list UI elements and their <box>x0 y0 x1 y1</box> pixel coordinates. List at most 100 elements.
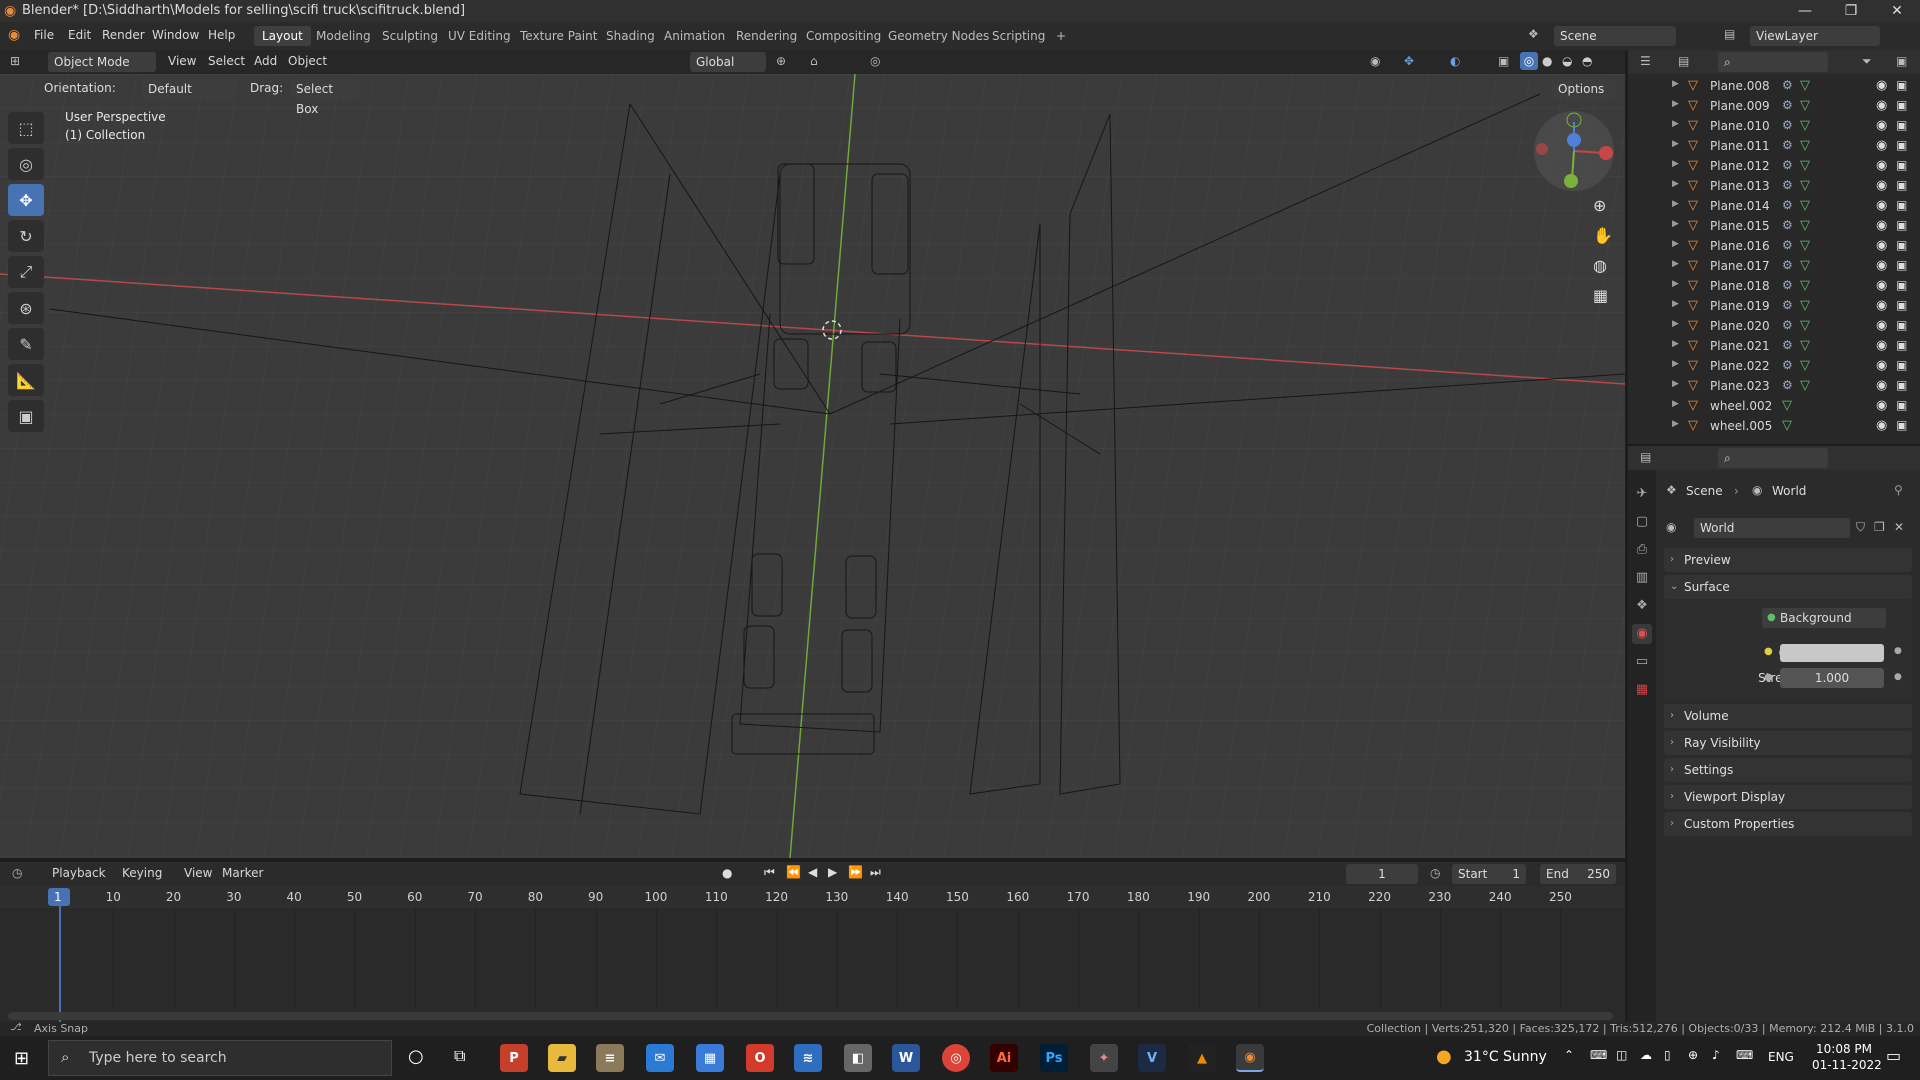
render-camera-icon[interactable]: ▣ <box>1896 358 1907 372</box>
file-explorer-icon[interactable]: ▰ <box>548 1044 576 1072</box>
outliner-item[interactable]: ▶ ▽ Plane.012 ⚙ ▽ ◉ ▣ <box>1628 156 1920 176</box>
viewport-menu-object[interactable]: Object <box>288 54 327 68</box>
modifier-icon[interactable]: ⚙ <box>1782 118 1793 132</box>
expand-arrow-icon[interactable]: ▶ <box>1672 99 1679 109</box>
modifier-icon[interactable]: ⚙ <box>1782 178 1793 192</box>
tab-uv-editing[interactable]: UV Editing <box>440 26 519 46</box>
menu-file[interactable]: File <box>34 28 54 42</box>
timeline-menu-playback[interactable]: Playback <box>52 866 106 880</box>
snap-icon[interactable]: ⌂ <box>810 54 818 68</box>
tab-scripting[interactable]: Scripting <box>984 26 1053 46</box>
outliner-item[interactable]: ▶ ▽ Plane.009 ⚙ ▽ ◉ ▣ <box>1628 96 1920 116</box>
expand-arrow-icon[interactable]: ▶ <box>1672 259 1679 269</box>
menu-edit[interactable]: Edit <box>68 28 91 42</box>
pivot-icon[interactable]: ⊕ <box>776 54 786 68</box>
pan-hand-icon[interactable]: ✋ <box>1593 226 1613 245</box>
viewport-menu-view[interactable]: View <box>168 54 196 68</box>
add-workspace-button[interactable]: + <box>1048 26 1074 46</box>
play-reverse-icon[interactable]: ◀ <box>808 865 817 879</box>
app-icon[interactable]: ≡ <box>596 1044 624 1072</box>
app-icon-2[interactable]: ≋ <box>794 1044 822 1072</box>
timeline-menu-view[interactable]: View <box>184 866 212 880</box>
modifier-icon[interactable]: ⚙ <box>1782 318 1793 332</box>
mesh-data-icon[interactable]: ▽ <box>1800 138 1810 153</box>
notification-icon[interactable]: ▭ <box>1886 1046 1901 1065</box>
outliner-item[interactable]: ▶ ▽ Plane.008 ⚙ ▽ ◉ ▣ <box>1628 76 1920 96</box>
render-camera-icon[interactable]: ▣ <box>1896 318 1907 332</box>
outliner-item[interactable]: ▶ ▽ wheel.002 ▽ ◉ ▣ <box>1628 396 1920 416</box>
eye-icon[interactable]: ◉ <box>1876 138 1887 153</box>
mesh-data-icon[interactable]: ▽ <box>1800 318 1810 333</box>
ray-visibility-panel[interactable]: › Ray Visibility <box>1664 731 1912 755</box>
outliner-item[interactable]: ▶ ▽ Plane.021 ⚙ ▽ ◉ ▣ <box>1628 336 1920 356</box>
render-camera-icon[interactable]: ▣ <box>1896 98 1907 112</box>
render-camera-icon[interactable]: ▣ <box>1896 198 1907 212</box>
scene-selector[interactable]: Scene <box>1554 26 1676 46</box>
material-shading-icon[interactable]: ◒ <box>1562 54 1572 68</box>
expand-arrow-icon[interactable]: ▶ <box>1672 239 1679 249</box>
eye-icon[interactable]: ◉ <box>1876 158 1887 173</box>
eye-icon[interactable]: ◉ <box>1876 298 1887 313</box>
modifier-icon[interactable]: ⚙ <box>1782 298 1793 312</box>
timeline[interactable]: 10 20 30 40 50 60 70 80 90 100 110 120 130 140 150 160 1… <box>0 886 1625 1032</box>
expand-arrow-icon[interactable]: ▶ <box>1672 379 1679 389</box>
scene-tab-icon[interactable]: ❖ <box>1632 596 1652 616</box>
eye-icon[interactable]: ◉ <box>1876 378 1887 393</box>
tab-sculpting[interactable]: Sculpting <box>374 26 446 46</box>
clock-icon[interactable]: ◷ <box>12 866 22 880</box>
eye-icon[interactable]: ◉ <box>1876 258 1887 273</box>
tray-chevron-icon[interactable]: ⌃ <box>1564 1048 1574 1062</box>
eye-icon[interactable]: ◉ <box>1876 178 1887 193</box>
expand-arrow-icon[interactable]: ▶ <box>1672 199 1679 209</box>
mesh-data-icon[interactable]: ▽ <box>1800 198 1810 213</box>
keyframe-dot-icon[interactable]: ● <box>1894 672 1902 682</box>
eye-icon[interactable]: ◉ <box>1876 398 1887 413</box>
options-dropdown[interactable]: Options <box>1552 79 1616 99</box>
next-keyframe-icon[interactable]: ⏩ <box>848 865 863 879</box>
modifier-icon[interactable]: ⚙ <box>1782 218 1793 232</box>
keyboard-icon[interactable]: ⌨ <box>1736 1048 1753 1062</box>
office-icon[interactable]: O <box>746 1044 774 1072</box>
network-icon[interactable]: ⊕ <box>1688 1048 1698 1062</box>
play-icon[interactable]: ▶ <box>828 865 837 879</box>
drag-selector[interactable]: Select Box <box>290 79 360 116</box>
end-frame-field[interactable]: End 250 <box>1540 864 1616 884</box>
xray-icon[interactable]: ▣ <box>1498 54 1509 68</box>
expand-arrow-icon[interactable]: ▶ <box>1672 339 1679 349</box>
clock-date[interactable]: 01-11-2022 <box>1812 1058 1882 1072</box>
taskbar-search-box[interactable]: ⌕ Type here to search <box>48 1040 392 1076</box>
expand-arrow-icon[interactable]: ▶ <box>1672 119 1679 129</box>
mesh-data-icon[interactable]: ▽ <box>1800 178 1810 193</box>
mesh-data-icon[interactable]: ▽ <box>1782 418 1792 433</box>
menu-render[interactable]: Render <box>102 28 145 42</box>
expand-arrow-icon[interactable]: ▶ <box>1672 399 1679 409</box>
eye-icon[interactable]: ◉ <box>1876 78 1887 93</box>
breadcrumb-scene[interactable]: Scene <box>1686 484 1723 498</box>
expand-arrow-icon[interactable]: ▶ <box>1672 139 1679 149</box>
render-camera-icon[interactable]: ▣ <box>1896 378 1907 392</box>
vlc-icon[interactable]: ▲ <box>1188 1044 1216 1072</box>
expand-arrow-icon[interactable]: ▶ <box>1672 299 1679 309</box>
render-camera-icon[interactable]: ▣ <box>1896 418 1907 432</box>
mesh-data-icon[interactable]: ▽ <box>1800 118 1810 133</box>
mesh-data-icon[interactable]: ▽ <box>1800 298 1810 313</box>
outliner-item[interactable]: ▶ ▽ Plane.022 ⚙ ▽ ◉ ▣ <box>1628 356 1920 376</box>
visibility-icon[interactable]: ◉ <box>1370 54 1380 68</box>
tab-layout[interactable]: Layout <box>254 26 311 46</box>
outliner-item[interactable]: ▶ ▽ Plane.019 ⚙ ▽ ◉ ▣ <box>1628 296 1920 316</box>
proportional-edit-icon[interactable]: ◎ <box>870 54 880 68</box>
outliner-item[interactable]: ▶ ▽ Plane.023 ⚙ ▽ ◉ ▣ <box>1628 376 1920 396</box>
duplicate-icon[interactable]: ❐ <box>1874 520 1885 534</box>
outliner-search-input[interactable]: ⌕ <box>1718 52 1828 72</box>
wireframe-shading-icon[interactable]: ◎ <box>1520 52 1538 70</box>
color-socket-icon[interactable]: ● <box>1764 646 1773 657</box>
expand-arrow-icon[interactable]: ▶ <box>1672 419 1679 429</box>
navigation-gizmo[interactable] <box>1534 111 1614 191</box>
outliner-item[interactable]: ▶ ▽ Plane.015 ⚙ ▽ ◉ ▣ <box>1628 216 1920 236</box>
custom-properties-panel[interactable]: › Custom Properties <box>1664 812 1912 836</box>
render-camera-icon[interactable]: ▣ <box>1896 158 1907 172</box>
move-tool-icon[interactable]: ✥ <box>8 184 44 216</box>
tab-shading[interactable]: Shading <box>598 26 663 46</box>
fake-user-icon[interactable]: ⛉ <box>1856 520 1865 535</box>
powerpoint-icon[interactable]: P <box>500 1044 528 1072</box>
